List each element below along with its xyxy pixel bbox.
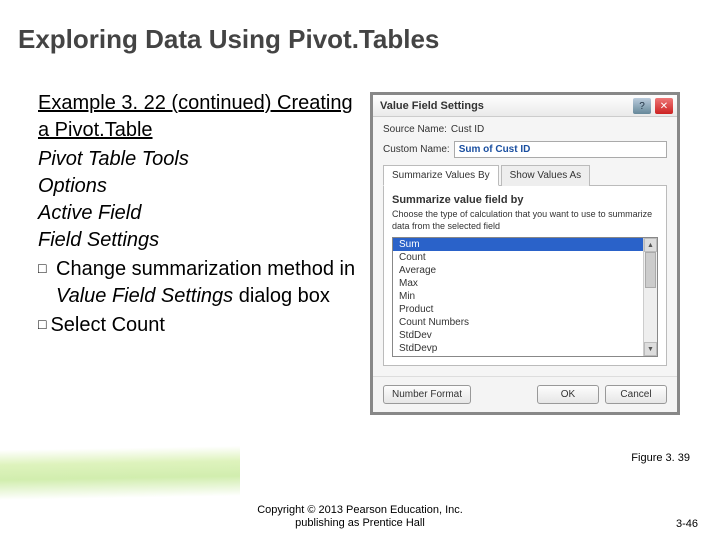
list-item[interactable]: Product [393,303,657,316]
scroll-down-icon[interactable]: ▼ [644,342,657,356]
copyright-line-2: publishing as Prentice Hall [295,517,425,529]
list-item[interactable]: Var [393,355,657,357]
tab-summarize-values-by[interactable]: Summarize Values By [383,165,499,186]
custom-name-input[interactable]: Sum of Cust ID [454,141,667,158]
bullet-1-text-a: Change summarization method in [56,258,355,280]
scroll-up-icon[interactable]: ▲ [644,238,657,252]
help-button[interactable]: ? [633,98,651,114]
nav-line-3: Active Field [38,200,368,227]
list-item[interactable]: Average [393,264,657,277]
scrollbar-thumb[interactable] [645,252,656,288]
panel-header: Summarize value field by [392,194,658,206]
nav-line-4: Field Settings [38,227,368,254]
page-title: Exploring Data Using Pivot.Tables [18,24,439,55]
figure-caption: Figure 3. 39 [631,452,690,464]
bullet-1-emphasis: Value Field Settings [56,285,233,307]
example-heading: Example 3. 22 (continued) Creating a Piv… [38,90,368,144]
tab-panel: Summarize value field by Choose the type… [383,186,667,366]
tab-strip: Summarize Values By Show Values As [383,164,667,186]
source-name-label: Source Name: [383,124,447,135]
tab-show-values-as[interactable]: Show Values As [501,165,591,186]
copyright-line-1: Copyright © 2013 Pearson Education, Inc. [257,504,463,516]
copyright: Copyright © 2013 Pearson Education, Inc.… [0,504,720,530]
custom-name-label: Custom Name: [383,144,450,155]
page-number: 3-46 [676,518,698,530]
panel-subtext: Choose the type of calculation that you … [392,209,658,232]
bullet-2: Select Count [38,312,368,339]
cancel-button[interactable]: Cancel [605,385,667,404]
list-item[interactable]: Min [393,290,657,303]
summarize-listbox[interactable]: SumCountAverageMaxMinProductCount Number… [392,237,658,357]
close-button[interactable]: ✕ [655,98,673,114]
source-name-value: Cust ID [451,124,484,135]
list-item[interactable]: Sum [393,238,657,251]
list-item[interactable]: StdDev [393,329,657,342]
content-block: Example 3. 22 (continued) Creating a Piv… [38,90,368,339]
dialog-body: Source Name: Cust ID Custom Name: Sum of… [373,117,677,376]
number-format-button[interactable]: Number Format [383,385,471,404]
nav-line-1: Pivot Table Tools [38,146,368,173]
value-field-settings-dialog: Value Field Settings ? ✕ Source Name: Cu… [370,92,680,415]
dialog-footer: Number Format OK Cancel [373,376,677,412]
nav-line-2: Options [38,173,368,200]
list-item[interactable]: StdDevp [393,342,657,355]
dialog-title: Value Field Settings [380,100,484,112]
bullet-1: Change summarization method in Value Fie… [38,256,368,310]
list-item[interactable]: Max [393,277,657,290]
decorative-stripe [0,446,240,500]
list-item[interactable]: Count Numbers [393,316,657,329]
bullet-1-text-b: dialog box [233,285,330,307]
listbox-scrollbar[interactable]: ▲ ▼ [643,238,657,356]
ok-button[interactable]: OK [537,385,599,404]
dialog-titlebar[interactable]: Value Field Settings ? ✕ [373,95,677,117]
list-item[interactable]: Count [393,251,657,264]
